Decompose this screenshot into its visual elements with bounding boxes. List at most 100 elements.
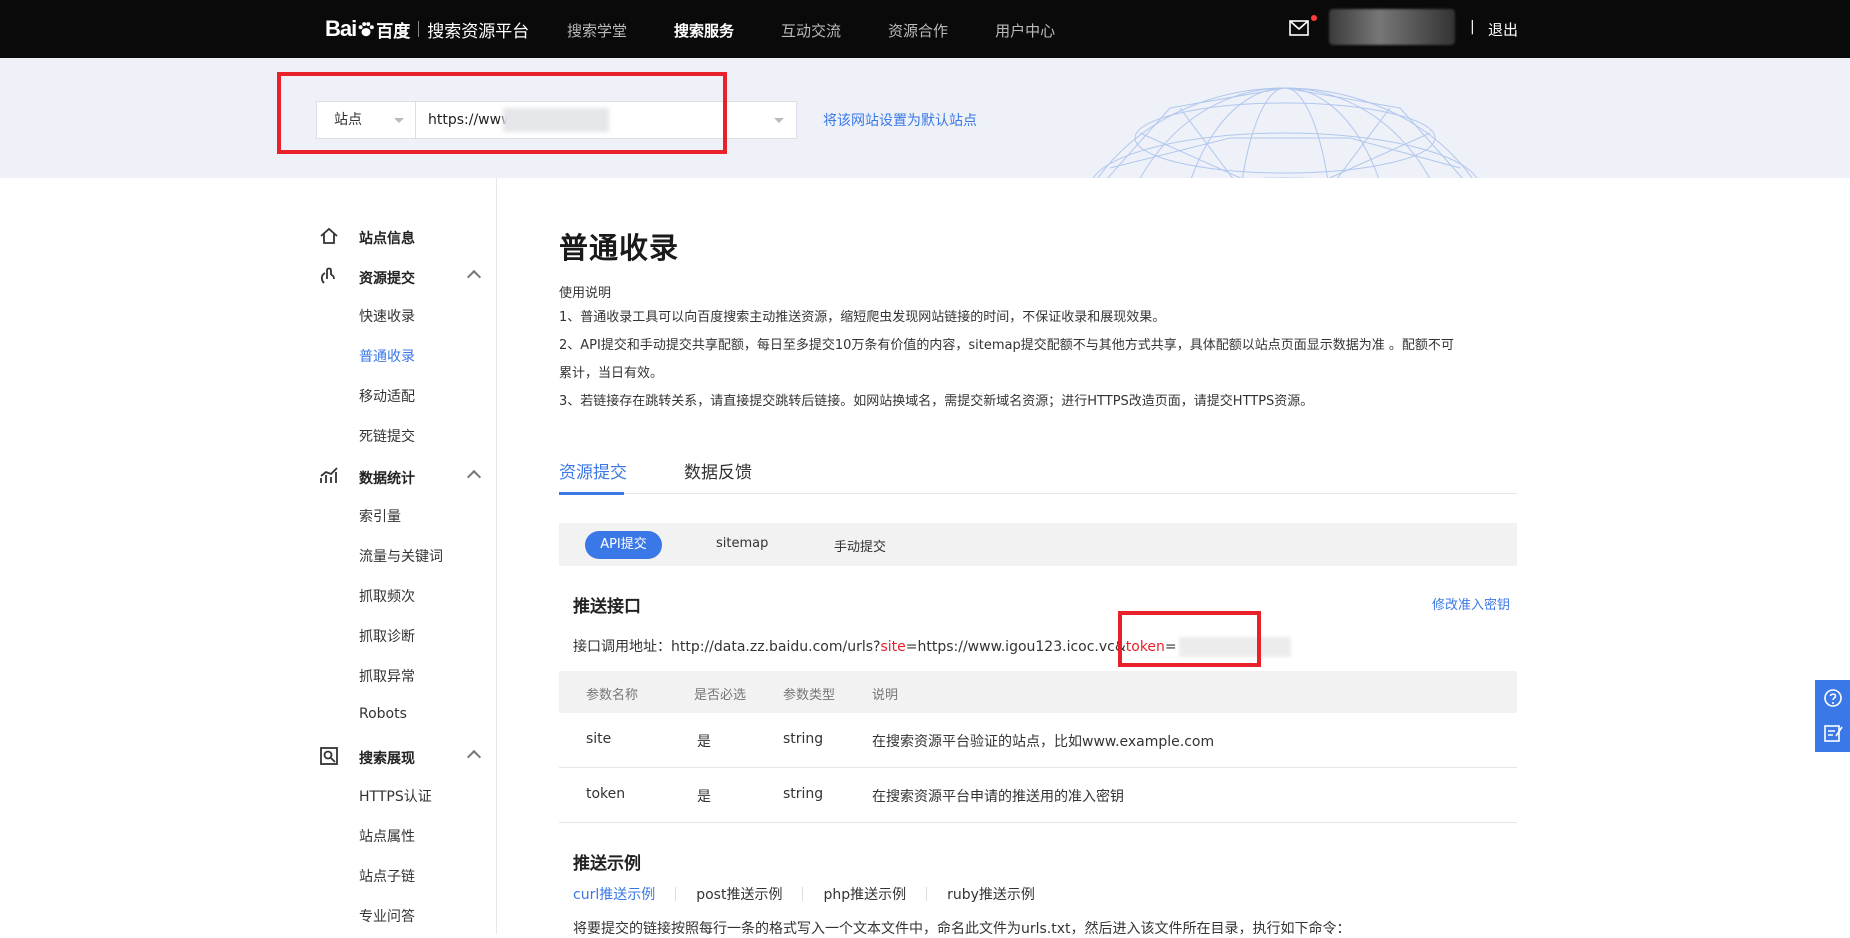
nav-interaction[interactable]: 互动交流: [781, 0, 841, 58]
table-header: 参数名称 是否必选 参数类型 说明: [559, 671, 1517, 713]
sidebar-item-robots[interactable]: Robots: [359, 706, 407, 722]
subtab-manual[interactable]: 手动提交: [834, 536, 886, 555]
mail-icon[interactable]: [1289, 20, 1309, 36]
search-display-icon: [320, 747, 338, 765]
logo-divider: [418, 21, 420, 37]
example-tabs: curl推送示例 post推送示例 php推送示例 ruby推送示例: [573, 884, 1035, 904]
nav-cooperation[interactable]: 资源合作: [888, 0, 948, 58]
sidebar-item-index-volume[interactable]: 索引量: [359, 506, 401, 526]
highlight-box-token: [1118, 611, 1261, 667]
sidebar-item-crawl-frequency[interactable]: 抓取频次: [359, 586, 415, 606]
table-cell: 是: [697, 789, 711, 805]
divider: [926, 887, 928, 901]
sidebar-item-crawl-diagnosis[interactable]: 抓取诊断: [359, 626, 415, 646]
sidebar-item-site-attributes[interactable]: 站点属性: [359, 826, 415, 846]
table-header-cell: 是否必选: [694, 688, 747, 703]
submit-icon: [320, 267, 335, 284]
sidebar-item-normal-index[interactable]: 普通收录: [359, 346, 415, 366]
table-cell: 在搜索资源平台申请的推送用的准入密钥: [872, 789, 1124, 805]
globe-decoration: [1092, 87, 1478, 178]
example-tab-post[interactable]: post推送示例: [696, 884, 782, 904]
baidu-logo[interactable]: Bai 百度 搜索资源平台: [325, 13, 529, 45]
subtab-api[interactable]: API提交: [585, 531, 662, 559]
main-tabs: 资源提交 数据反馈: [559, 454, 1517, 495]
sidebar-section-label: 站点信息: [359, 231, 415, 247]
highlight-box-site: [277, 72, 727, 154]
usage-title: 使用说明: [559, 286, 612, 301]
sidebar-section-label: 数据统计: [359, 471, 415, 487]
sidebar-divider: [496, 178, 497, 934]
usage-line-2: 2、API提交和手动提交共享配额，每日至多提交10万条有价值的内容，sitema…: [559, 338, 1454, 353]
logo-baidu-text: 百度: [376, 21, 411, 42]
api-site-value: =https://www.igou123.icoc.vc&: [905, 639, 1126, 655]
logout-link[interactable]: 退出: [1488, 19, 1518, 40]
top-navbar: Bai 百度 搜索资源平台 搜索学堂 搜索服务 互动交流 资源合作 用户中心 |…: [0, 0, 1850, 58]
page-title: 普通收录: [559, 231, 680, 265]
sidebar-section-label: 资源提交: [359, 271, 415, 287]
params-table: 参数名称 是否必选 参数类型 说明 site 是 string 在搜索资源平台验…: [559, 671, 1517, 823]
table-header-cell: 参数类型: [783, 688, 836, 703]
usage-line-1: 1、普通收录工具可以向百度搜索主动推送资源，缩短爬虫发现网站链接的时间，不保证收…: [559, 310, 1166, 325]
platform-title: 搜索资源平台: [427, 21, 530, 42]
push-examples-title: 推送示例: [573, 854, 641, 874]
table-row: site 是 string 在搜索资源平台验证的站点，比如www.example…: [559, 713, 1517, 768]
paw-icon: [358, 22, 375, 37]
table-cell: string: [783, 786, 824, 802]
header-separator: |: [1470, 19, 1475, 35]
main-nav: 搜索学堂 搜索服务 互动交流 资源合作 用户中心: [567, 0, 1102, 58]
usage-line-3: 3、若链接存在跳转关系，请直接提交跳转后链接。如网站换域名，需提交新域名资源；进…: [559, 394, 1314, 409]
api-site-param: site: [880, 639, 906, 655]
stats-icon: [320, 467, 338, 483]
example-instructions: 将要提交的链接按照每行一条的格式写入一个文本文件中，命名此文件为urls.txt…: [573, 921, 1351, 937]
active-tab-indicator: [559, 492, 624, 495]
notification-dot: [1311, 15, 1317, 21]
floating-toolbar: [1815, 680, 1850, 752]
logo-bai-text: Bai: [325, 16, 357, 41]
sidebar-item-crawl-errors[interactable]: 抓取异常: [359, 666, 415, 686]
nav-user-center[interactable]: 用户中心: [995, 0, 1055, 58]
chevron-up-icon: [466, 269, 482, 285]
nav-search-academy[interactable]: 搜索学堂: [567, 0, 627, 58]
sidebar-item-sitelinks[interactable]: 站点子链: [359, 866, 415, 886]
nav-search-service[interactable]: 搜索服务: [674, 0, 734, 58]
sidebar-item-https[interactable]: HTTPS认证: [359, 786, 432, 806]
chevron-up-icon: [466, 469, 482, 485]
push-api-title: 推送接口: [573, 597, 641, 617]
table-cell: 在搜索资源平台验证的站点，比如www.example.com: [872, 734, 1215, 750]
divider: [675, 887, 677, 901]
example-tab-php[interactable]: php推送示例: [823, 884, 906, 904]
sidebar-item-qa[interactable]: 专业问答: [359, 906, 415, 926]
user-avatar-blurred[interactable]: [1329, 9, 1455, 45]
tab-data-feedback[interactable]: 数据反馈: [684, 458, 752, 483]
sidebar-item-quick-index[interactable]: 快速收录: [359, 306, 415, 326]
usage-line-2-cont: 累计，当日有效。: [559, 366, 664, 381]
sidebar-section-site-info[interactable]: 站点信息: [318, 226, 415, 247]
divider: [802, 887, 804, 901]
table-cell: site: [586, 731, 612, 747]
sidebar-section-submit[interactable]: 资源提交: [318, 266, 482, 287]
table-header-cell: 说明: [872, 688, 899, 703]
table-header-cell: 参数名称: [586, 688, 639, 703]
example-tab-curl[interactable]: curl推送示例: [573, 884, 655, 904]
help-icon[interactable]: [1823, 689, 1843, 709]
set-default-site-link[interactable]: 将该网站设置为默认站点: [823, 110, 977, 130]
chevron-up-icon: [466, 749, 482, 765]
sidebar-section-search-display[interactable]: 搜索展现: [318, 746, 482, 767]
table-cell: string: [783, 731, 824, 747]
sidebar-item-traffic-keywords[interactable]: 流量与关键词: [359, 546, 443, 566]
table-row: token 是 string 在搜索资源平台申请的推送用的准入密钥: [559, 768, 1517, 823]
table-cell: 是: [697, 734, 711, 750]
edit-access-key-link[interactable]: 修改准入密钥: [1432, 594, 1510, 613]
table-cell: token: [586, 786, 626, 802]
example-tab-ruby[interactable]: ruby推送示例: [947, 884, 1035, 904]
feedback-icon[interactable]: [1823, 723, 1843, 743]
subtab-sitemap[interactable]: sitemap: [716, 536, 768, 551]
sidebar-item-dead-link[interactable]: 死链提交: [359, 426, 415, 446]
chevron-down-icon: [774, 118, 784, 123]
sidebar-item-mobile-adapt[interactable]: 移动适配: [359, 386, 415, 406]
sidebar-section-stats[interactable]: 数据统计: [318, 466, 482, 487]
sidebar-section-label: 搜索展现: [359, 751, 415, 767]
api-url-prefix: 接口调用地址：http://data.zz.baidu.com/urls?: [573, 639, 881, 655]
tab-resource-submit[interactable]: 资源提交: [559, 458, 627, 483]
submit-method-tabs: API提交 sitemap 手动提交: [559, 523, 1517, 566]
